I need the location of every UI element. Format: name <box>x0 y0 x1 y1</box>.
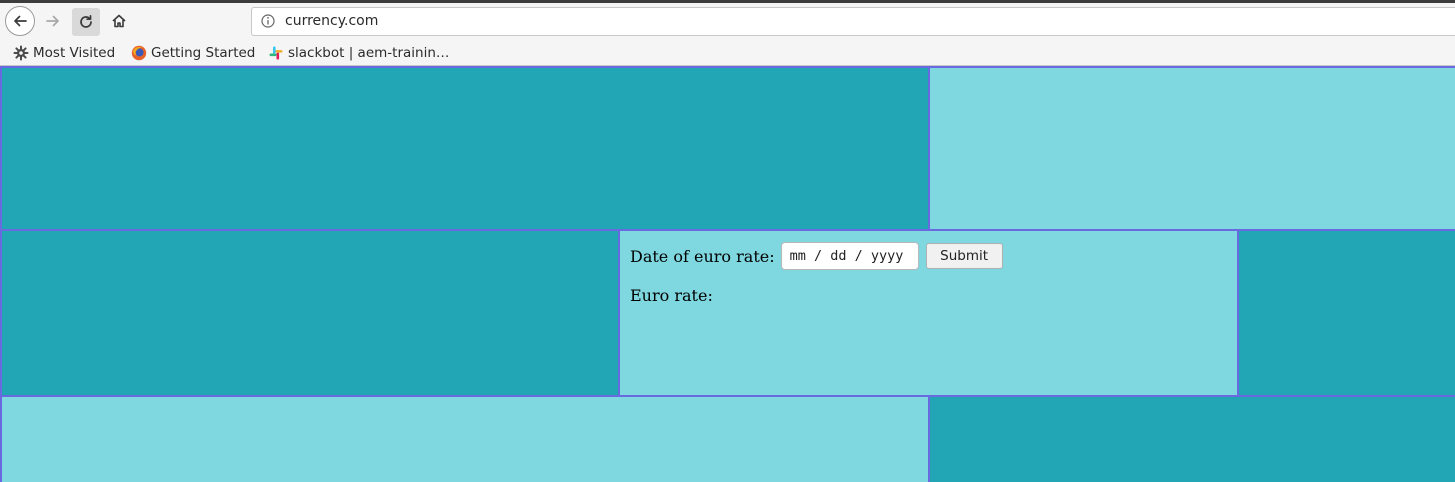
bookmark-most-visited[interactable]: Most Visited <box>13 43 115 62</box>
url-text[interactable]: currency.com <box>285 13 378 29</box>
date-placeholder: mm / dd / yyyy <box>789 248 904 264</box>
info-icon[interactable] <box>261 14 275 28</box>
bookmark-label: slackbot | aem-trainin… <box>288 44 450 61</box>
bookmark-label: Getting Started <box>151 44 256 61</box>
slack-icon <box>269 46 283 59</box>
bookmark-slackbot[interactable]: slackbot | aem-trainin… <box>268 43 449 62</box>
bookmark-getting-started[interactable]: Getting Started <box>131 43 255 62</box>
rate-row: Euro rate: <box>630 286 713 305</box>
grid-cell <box>928 395 1455 482</box>
bookmarks-toolbar: Most Visited Getting Started slackbot | … <box>0 40 1455 66</box>
home-icon <box>112 14 126 28</box>
bookmark-label: Most Visited <box>33 44 116 61</box>
arrow-right-icon <box>46 15 59 27</box>
date-form: Date of euro rate: mm / dd / yyyy Submit <box>630 242 1003 270</box>
submit-button[interactable]: Submit <box>925 243 1003 269</box>
grid-cell <box>0 229 620 397</box>
reload-button[interactable] <box>72 8 100 36</box>
forward-button[interactable] <box>38 6 68 36</box>
grid-cell <box>1237 229 1455 397</box>
euro-rate-panel: Date of euro rate: mm / dd / yyyy Submit… <box>618 229 1239 397</box>
grid-cell <box>0 395 930 482</box>
gear-icon <box>13 45 29 60</box>
back-button[interactable] <box>5 6 35 36</box>
date-input[interactable]: mm / dd / yyyy <box>780 242 919 270</box>
firefox-icon <box>131 45 147 60</box>
browser-toolbar: currency.com <box>0 0 1455 40</box>
arrow-left-icon <box>14 15 27 27</box>
euro-rate-label: Euro rate: <box>630 286 713 305</box>
date-label: Date of euro rate: <box>630 246 775 266</box>
grid-cell <box>0 66 930 231</box>
home-button[interactable] <box>104 6 134 36</box>
window-top-edge <box>0 0 1455 3</box>
reload-icon <box>80 14 92 28</box>
address-bar[interactable]: currency.com <box>251 7 1455 36</box>
page-content: Date of euro rate: mm / dd / yyyy Submit… <box>0 66 1455 482</box>
grid-cell <box>928 66 1455 231</box>
